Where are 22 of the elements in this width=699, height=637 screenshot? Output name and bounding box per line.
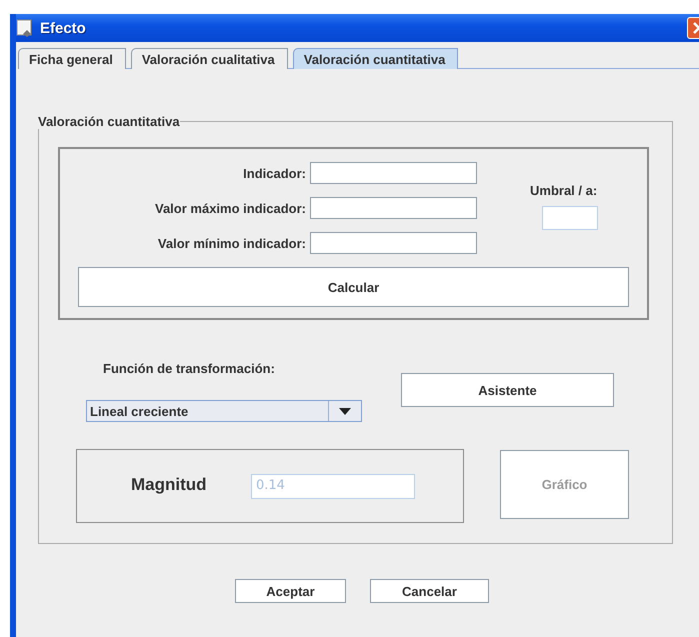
dialog-button[interactable]: Aceptar <box>235 579 346 603</box>
field-label: Magnitud <box>131 475 207 495</box>
input-field[interactable] <box>542 206 598 230</box>
field-label: Función de transformación: <box>103 361 275 376</box>
caret-icon <box>339 408 351 414</box>
field-label: Umbral / a: <box>530 183 598 198</box>
tab[interactable]: Valoración cualitativa <box>130 48 288 69</box>
input-field[interactable] <box>310 162 477 184</box>
dropdown[interactable]: Lineal creciente <box>86 400 362 422</box>
window-title: Efecto <box>40 20 86 36</box>
calculate-button[interactable]: Calcular <box>78 267 629 307</box>
input-field[interactable] <box>310 197 477 219</box>
field-label: Indicador: <box>242 166 306 180</box>
field-label: Valor máximo indicador: <box>154 200 306 216</box>
window-icon <box>16 19 34 37</box>
group-title: Valoración cuantitativa <box>38 114 180 129</box>
tab[interactable]: Valoración cuantitativa <box>292 48 458 69</box>
input-field[interactable] <box>310 232 477 254</box>
assistant-button[interactable]: Asistente <box>401 373 614 407</box>
dialog-button[interactable]: Cancelar <box>370 579 489 603</box>
tab[interactable]: Ficha general <box>18 48 126 69</box>
field-label: Valor mínimo indicador: <box>156 236 306 250</box>
